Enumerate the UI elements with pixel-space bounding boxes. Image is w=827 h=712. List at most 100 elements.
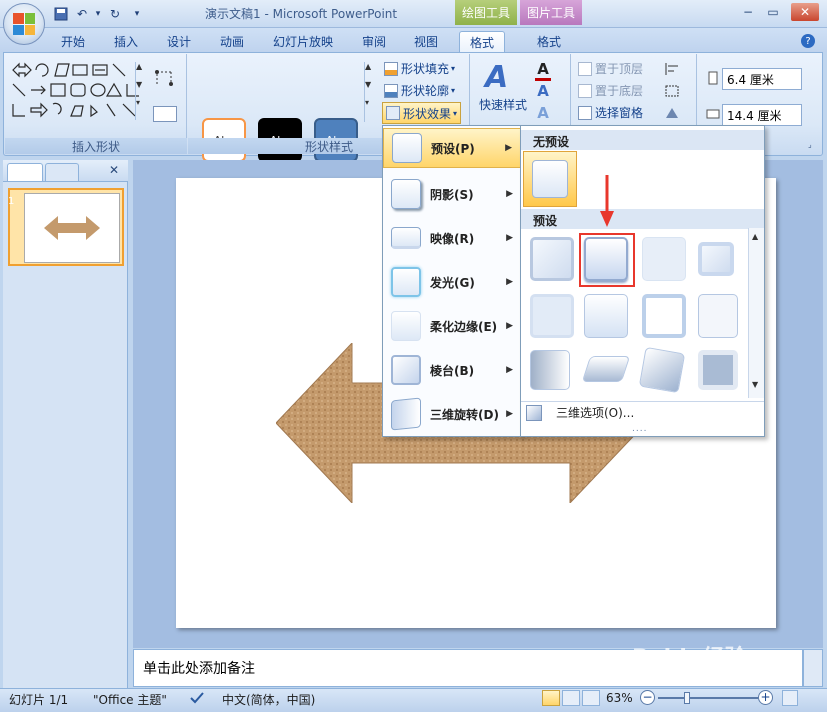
office-button[interactable] bbox=[3, 3, 45, 45]
tab-view[interactable]: 视图 bbox=[414, 31, 438, 52]
preset-option-11[interactable] bbox=[638, 346, 686, 394]
zoom-slider-thumb[interactable] bbox=[684, 692, 690, 704]
tab-slideshow[interactable]: 幻灯片放映 bbox=[273, 31, 333, 52]
preset-option-12[interactable] bbox=[698, 350, 738, 390]
shape-effects-icon bbox=[386, 106, 400, 120]
text-outline-icon[interactable]: A bbox=[535, 82, 551, 100]
preset-option-3[interactable] bbox=[642, 237, 686, 281]
customize-qat-icon[interactable]: ▾ bbox=[128, 5, 146, 23]
group-icon[interactable] bbox=[664, 84, 682, 98]
context-tab-picture-tools: 图片工具 bbox=[520, 0, 582, 25]
menu-item-glow[interactable]: 发光(G) ▶ bbox=[383, 262, 521, 302]
no-preset-option[interactable] bbox=[523, 151, 577, 207]
menu-item-3d-rotation[interactable]: 三维旋转(D) ▶ bbox=[383, 394, 521, 434]
tab-outline-icon[interactable] bbox=[45, 163, 79, 181]
paint-bucket-icon bbox=[384, 61, 398, 76]
close-button[interactable]: ✕ bbox=[791, 3, 819, 21]
bring-front-label: 置于顶层 bbox=[595, 62, 644, 76]
3d-options-label: 三维选项(O)... bbox=[556, 406, 635, 420]
zoom-in-button[interactable]: + bbox=[758, 690, 773, 705]
undo-dropdown-icon[interactable]: ▾ bbox=[89, 5, 107, 23]
no-preset-thumbnail bbox=[532, 160, 568, 198]
minimize-button[interactable]: − bbox=[737, 3, 759, 21]
preset-option-5[interactable] bbox=[530, 294, 574, 338]
text-fill-icon[interactable]: A bbox=[535, 60, 551, 81]
shape-fill-button[interactable]: 形状填充 ▾ bbox=[384, 60, 455, 77]
edit-shape-icon[interactable] bbox=[153, 68, 177, 88]
zoom-level[interactable]: 63% bbox=[606, 691, 633, 705]
slide-number: 1 bbox=[8, 196, 15, 207]
preset-section-header: 预设 bbox=[521, 209, 764, 229]
shape-effects-button[interactable]: 形状效果 ▾ bbox=[382, 102, 462, 124]
preset-option-6[interactable] bbox=[584, 294, 628, 338]
slide-thumbnail-1[interactable] bbox=[8, 188, 124, 266]
close-pane-icon[interactable]: ✕ bbox=[109, 163, 119, 177]
preset-scrollbar[interactable]: ▲ ▼ bbox=[748, 228, 764, 398]
help-icon[interactable]: ? bbox=[801, 34, 815, 48]
menu-item-bevel[interactable]: 棱台(B) ▶ bbox=[383, 350, 521, 390]
menu-item-reflection-label: 映像(R) bbox=[430, 231, 475, 246]
slideshow-view-icon[interactable] bbox=[582, 690, 600, 706]
spellcheck-icon[interactable] bbox=[190, 691, 204, 705]
group-label-insert-shapes: 插入形状 bbox=[5, 138, 187, 154]
tab-animation[interactable]: 动画 bbox=[220, 31, 244, 52]
preset-option-2[interactable] bbox=[584, 237, 628, 281]
menu-item-preset[interactable]: 预设(P) ▶ bbox=[383, 128, 521, 168]
size-dialog-launcher-icon[interactable]: ⌟ bbox=[808, 140, 818, 150]
preset-option-9[interactable] bbox=[530, 350, 570, 390]
3d-options-button[interactable]: 三维选项(O)... bbox=[526, 404, 634, 421]
tab-review[interactable]: 审阅 bbox=[362, 31, 386, 52]
preset-divider bbox=[521, 401, 764, 402]
send-back-button[interactable]: 置于底层 bbox=[578, 82, 643, 99]
normal-view-icon[interactable] bbox=[542, 690, 560, 706]
selection-pane-button[interactable]: 选择窗格 bbox=[578, 104, 643, 121]
slides-pane-tabs: ✕ bbox=[3, 160, 128, 182]
preset-option-4[interactable] bbox=[698, 242, 734, 276]
save-icon[interactable] bbox=[52, 5, 70, 23]
submenu-arrow-icon: ▶ bbox=[506, 233, 513, 243]
tab-format-drawing[interactable]: 格式 bbox=[459, 31, 506, 52]
shape-width-input[interactable]: 14.4 厘米 bbox=[722, 104, 802, 126]
preset-option-1[interactable] bbox=[530, 237, 574, 281]
shape-fill-label: 形状填充 bbox=[401, 62, 450, 76]
bring-front-button[interactable]: 置于顶层 bbox=[578, 60, 643, 77]
restore-button[interactable]: ▭ bbox=[762, 3, 784, 21]
rotate-icon[interactable] bbox=[664, 106, 682, 120]
status-language[interactable]: 中文(简体，中国) bbox=[222, 691, 315, 708]
tab-design[interactable]: 设计 bbox=[167, 31, 191, 52]
quick-styles-button[interactable]: 快速样式 bbox=[479, 96, 527, 113]
menu-item-shadow[interactable]: 阴影(S) ▶ bbox=[383, 174, 521, 214]
submenu-arrow-icon: ▶ bbox=[506, 321, 513, 331]
menu-item-3d-rotation-label: 三维旋转(D) bbox=[430, 407, 499, 422]
tab-home[interactable]: 开始 bbox=[61, 31, 85, 52]
resize-grip-icon[interactable]: .... bbox=[632, 424, 647, 434]
slide-sorter-icon[interactable] bbox=[562, 690, 580, 706]
text-effects-icon[interactable]: A bbox=[535, 104, 551, 122]
shape-height-input[interactable]: 6.4 厘米 bbox=[722, 68, 802, 90]
redo-icon[interactable]: ↻ bbox=[106, 5, 124, 23]
zoom-out-button[interactable]: − bbox=[640, 690, 655, 705]
menu-item-soft-edges[interactable]: 柔化边缘(E) ▶ bbox=[383, 306, 521, 346]
align-icon[interactable] bbox=[664, 62, 682, 76]
tab-slides-icon[interactable] bbox=[7, 163, 43, 181]
shape-gallery-scroll[interactable]: ▲ ▼ ▾ bbox=[135, 62, 147, 120]
preset-option-8[interactable] bbox=[698, 294, 738, 338]
menu-item-bevel-label: 棱台(B) bbox=[430, 363, 475, 378]
annotation-arrow-icon bbox=[600, 175, 614, 227]
submenu-arrow-icon: ▶ bbox=[506, 189, 513, 199]
tab-insert[interactable]: 插入 bbox=[114, 31, 138, 52]
menu-item-reflection[interactable]: 映像(R) ▶ bbox=[383, 218, 521, 258]
shape-style-scroll[interactable]: ▲ ▼ ▾ bbox=[364, 62, 378, 122]
notes-scrollbar[interactable] bbox=[803, 649, 823, 687]
text-box-icon[interactable] bbox=[153, 106, 177, 122]
shape-outline-label: 形状轮廓 bbox=[401, 84, 450, 98]
menu-item-glow-label: 发光(G) bbox=[430, 275, 475, 290]
zoom-slider-track[interactable] bbox=[658, 697, 758, 699]
shape-width-icon bbox=[706, 106, 720, 122]
preset-option-7[interactable] bbox=[642, 294, 686, 338]
fit-to-window-icon[interactable] bbox=[782, 690, 798, 706]
tab-format-picture[interactable]: 格式 bbox=[537, 31, 561, 52]
shape-outline-button[interactable]: 形状轮廓 ▾ bbox=[384, 82, 455, 99]
selection-pane-label: 选择窗格 bbox=[595, 106, 644, 120]
shape-gallery-icons[interactable] bbox=[11, 62, 147, 120]
